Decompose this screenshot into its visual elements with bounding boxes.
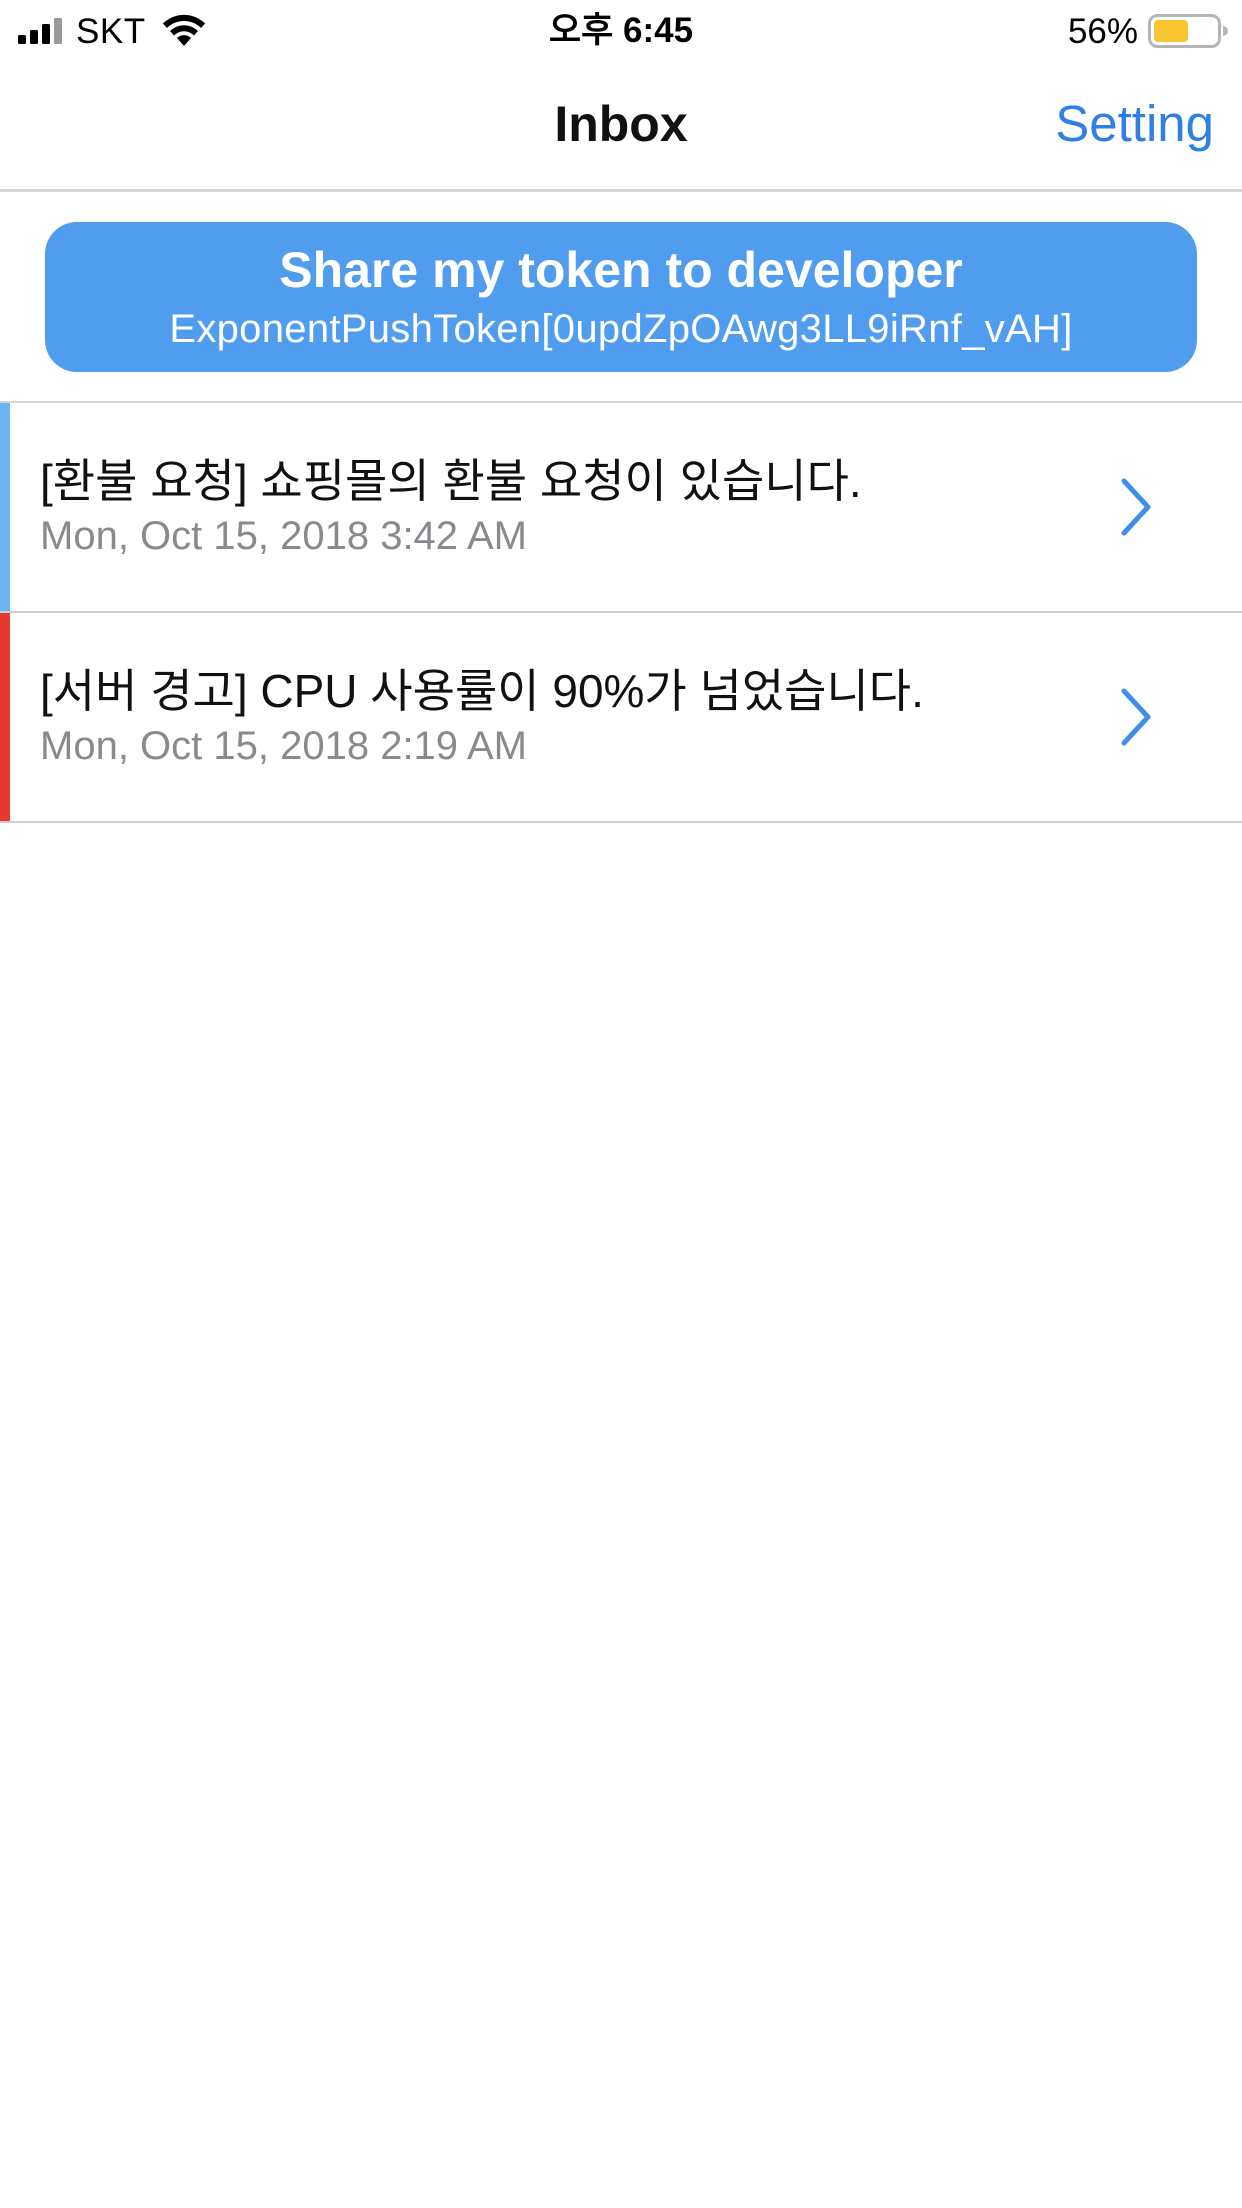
battery-percent: 56% [1067,12,1138,51]
chevron-right-icon [1121,478,1151,536]
status-clock: 오후 6:45 [548,11,694,50]
message-priority-bar [0,403,10,611]
message-item-server-warning[interactable]: [서버 경고] CPU 사용률이 90%가 넘었습니다. Mon, Oct 15… [0,613,1242,823]
share-token-button[interactable]: Share my token to developer ExponentPush… [45,222,1197,372]
status-bar: SKT 오후 6:45 56% [0,0,1242,62]
message-list: [환불 요청] 쇼핑몰의 환불 요청이 있습니다. Mon, Oct 15, 2… [0,403,1242,823]
setting-button[interactable]: Setting [1055,94,1214,154]
message-priority-bar [0,613,10,821]
message-title: [서버 경고] CPU 사용률이 90%가 넘었습니다. [40,665,924,717]
inbox-screen: SKT 오후 6:45 56% Inbox Setting Share my t… [0,0,1242,2208]
chevron-right-icon [1121,688,1151,746]
message-item-refund-request[interactable]: [환불 요청] 쇼핑몰의 환불 요청이 있습니다. Mon, Oct 15, 2… [0,403,1242,613]
nav-bar: Inbox Setting [0,62,1242,192]
message-date: Mon, Oct 15, 2018 3:42 AM [40,514,527,558]
message-title: [환불 요청] 쇼핑몰의 환불 요청이 있습니다. [40,455,862,507]
push-token-value: ExponentPushToken[0updZpOAwg3LL9iRnf_vAH… [169,307,1073,351]
battery-icon [1148,14,1228,48]
share-token-label: Share my token to developer [279,242,963,298]
message-date: Mon, Oct 15, 2018 2:19 AM [40,724,527,768]
